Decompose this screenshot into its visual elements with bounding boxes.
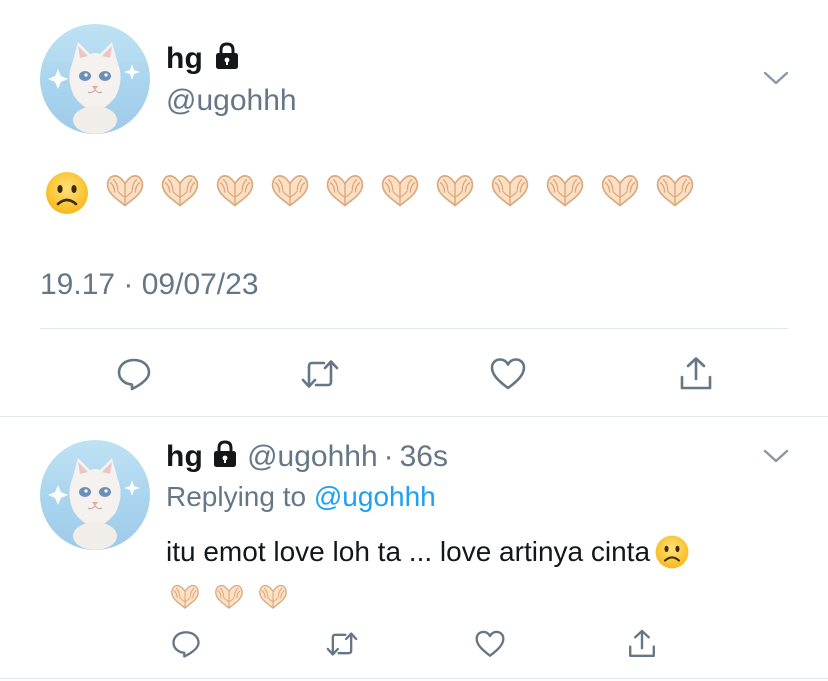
like-button[interactable] xyxy=(470,624,510,664)
heart-hands-emoji xyxy=(485,166,535,221)
retweet-button[interactable] xyxy=(296,350,344,398)
reply-button[interactable] xyxy=(166,624,206,664)
cat-avatar-icon xyxy=(48,42,140,134)
reply-icon xyxy=(172,631,200,658)
heart-hands-emoji xyxy=(155,166,205,221)
reply-body: itu emot love loh ta ... love artinya ci… xyxy=(166,534,690,570)
retweet-icon xyxy=(326,632,358,656)
chevron-down-icon[interactable] xyxy=(762,68,790,88)
like-button[interactable] xyxy=(484,350,532,398)
reply-handle[interactable]: @ugohhh xyxy=(247,441,378,472)
heart-hands-emoji xyxy=(254,578,292,621)
lock-icon xyxy=(211,440,239,473)
display-name[interactable]: hg xyxy=(166,43,203,74)
tweet-emoji-text xyxy=(44,170,700,216)
heart-hands-emoji xyxy=(210,578,248,621)
heart-hands-emoji xyxy=(265,166,315,221)
cat-avatar-icon xyxy=(48,458,140,550)
reply-icon xyxy=(117,358,151,391)
heart-hands-emoji xyxy=(100,166,150,221)
heart-hands-emoji xyxy=(166,578,204,621)
lock-icon xyxy=(213,42,241,75)
bottom-divider xyxy=(0,678,828,679)
time-separator: · xyxy=(383,439,394,473)
heart-hands-emoji xyxy=(430,166,480,221)
heart-hands-emoji xyxy=(595,166,645,221)
heart-hands-emoji xyxy=(320,166,370,221)
heart-hands-emoji xyxy=(650,166,700,221)
sad-face-emoji xyxy=(654,534,690,570)
replying-to-label: Replying to xyxy=(166,481,307,512)
divider xyxy=(40,328,788,329)
handle[interactable]: @ugohhh xyxy=(166,86,297,116)
retweet-button[interactable] xyxy=(322,624,362,664)
share-button[interactable] xyxy=(672,350,720,398)
heart-hands-emoji xyxy=(210,166,260,221)
reply-emoji-row xyxy=(166,578,292,621)
heart-hands-emoji xyxy=(540,166,590,221)
replying-to-link[interactable]: @ugohhh xyxy=(314,481,436,512)
heart-hands-emoji xyxy=(375,166,425,221)
share-icon xyxy=(680,357,712,390)
share-button[interactable] xyxy=(622,624,662,664)
retweet-icon xyxy=(301,360,339,388)
section-divider xyxy=(0,416,828,417)
avatar[interactable] xyxy=(40,24,150,134)
heart-icon xyxy=(475,630,505,657)
share-icon xyxy=(629,629,655,657)
replying-to-line: Replying to @ugohhh xyxy=(166,480,436,514)
heart-icon xyxy=(490,358,526,390)
reply-text: itu emot love loh ta ... love artinya ci… xyxy=(166,536,651,567)
reply-button[interactable] xyxy=(110,350,158,398)
sad-face-emoji xyxy=(44,170,90,216)
reply-display-name[interactable]: hg xyxy=(166,441,203,472)
tweet-timestamp[interactable]: 19.17 · 09/07/23 xyxy=(40,270,259,300)
reply-time[interactable]: 36s xyxy=(400,441,448,472)
reply-avatar[interactable] xyxy=(40,440,150,550)
chevron-down-icon[interactable] xyxy=(762,446,790,466)
